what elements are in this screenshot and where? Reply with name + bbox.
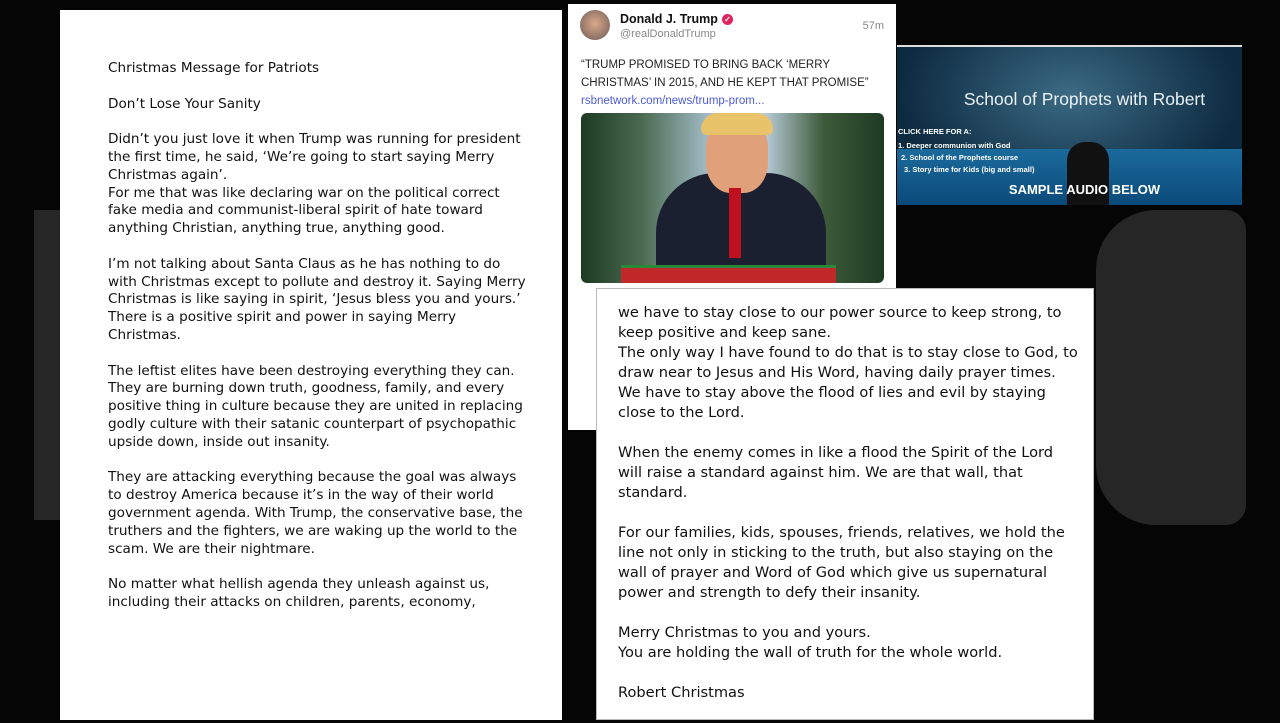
tweet-author[interactable]: Donald J. Trump ✓ <box>620 12 733 26</box>
school-of-prophets-banner[interactable]: School of Prophets with Robert CLICK HER… <box>897 45 1242 205</box>
photo-tie <box>729 188 741 258</box>
doc-subtitle: Don’t Lose Your Sanity <box>108 95 261 112</box>
banner-sample-audio: SAMPLE AUDIO BELOW <box>1008 182 1161 197</box>
photo-podium <box>621 265 836 283</box>
doc-paragraph: They are attacking everything because th… <box>108 469 523 557</box>
tweet-handle: @realDonaldTrump <box>620 28 716 40</box>
tweet-text: “TRUMP PROMISED TO BRING BACK ‘MERRY CHR… <box>581 59 869 89</box>
banner-item: 1. Deeper communion with God <box>898 141 1011 150</box>
doc-paragraph: Didn’t you just love it when Trump was r… <box>108 131 521 237</box>
doc-paragraph: The leftist elites have been destroying … <box>108 362 523 450</box>
banner-item: 2. School of the Prophets course <box>901 153 1019 162</box>
background-logo-shape <box>1096 210 1246 525</box>
doc-paragraph: Merry Christmas to you and yours. You ar… <box>618 624 1003 661</box>
banner-title: School of Prophets with Robert <box>963 89 1206 109</box>
background-logo-shape <box>34 210 60 520</box>
doc-paragraph: I’m not talking about Santa Claus as he … <box>108 255 526 343</box>
banner-click-here: CLICK HERE FOR A: <box>898 127 972 136</box>
left-document-page: Christmas Message for Patriots Don’t Los… <box>60 10 562 720</box>
photo-hair <box>701 113 773 135</box>
doc-paragraph: No matter what hellish agenda they unlea… <box>108 576 490 610</box>
right-document-page: we have to stay close to our power sourc… <box>596 288 1094 720</box>
avatar[interactable] <box>580 10 610 40</box>
doc-paragraph: When the enemy comes in like a flood the… <box>618 444 1054 501</box>
verified-badge-icon: ✓ <box>721 14 733 25</box>
author-name: Donald J. Trump <box>620 12 718 26</box>
tweet-time: 57m <box>862 20 884 32</box>
doc-paragraph: we have to stay close to our power sourc… <box>618 304 1078 421</box>
doc-signature: Robert Christmas <box>618 684 745 701</box>
doc-paragraph: For our families, kids, spouses, friends… <box>618 524 1065 601</box>
tweet-link[interactable]: rsbnetwork.com/news/trump-prom... <box>581 95 764 107</box>
banner-item: 3. Story time for Kids (big and small) <box>904 165 1035 174</box>
doc-title: Christmas Message for Patriots <box>108 60 320 76</box>
tweet-photo[interactable] <box>581 113 884 283</box>
